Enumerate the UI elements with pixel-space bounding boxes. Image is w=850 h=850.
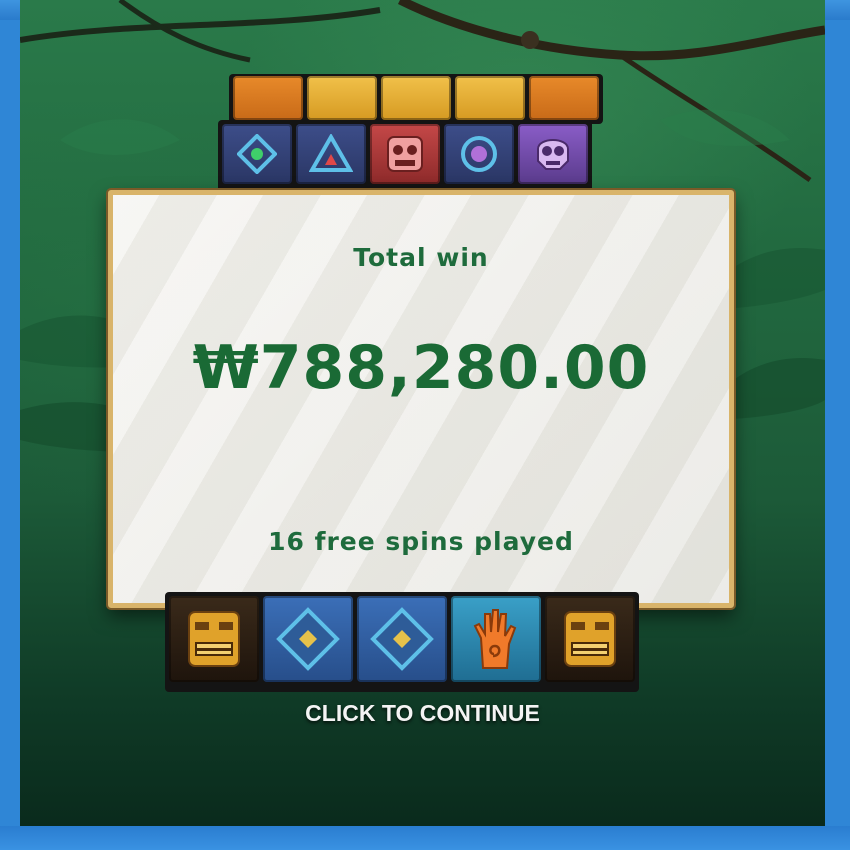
total-win-amount: ₩788,280.00 — [192, 333, 650, 403]
total-win-title: Total win — [353, 243, 489, 272]
reel-top-row — [218, 120, 592, 194]
orange-tile — [233, 76, 303, 120]
free-spins-summary: 16 free spins played — [268, 527, 574, 556]
ring-gem-icon — [461, 136, 497, 172]
diamond-gem-icon — [370, 607, 434, 671]
game-screen[interactable]: Total win ₩788,280.00 16 free spins play… — [20, 0, 825, 828]
triangle-gem-icon — [309, 134, 353, 172]
red-mask-tile — [370, 124, 440, 184]
circle-gem-tile — [222, 124, 292, 184]
gold-tiki-mask-tile — [545, 596, 635, 682]
orange-hand-tile — [451, 596, 541, 682]
red-mask-icon — [387, 136, 423, 172]
ring-gem-tile — [444, 124, 514, 184]
purple-skull-tile — [518, 124, 588, 184]
gold-tile — [455, 76, 525, 120]
orange-hand-spiral-icon — [473, 609, 517, 669]
gold-tile — [381, 76, 451, 120]
reel-top-partial-row — [229, 74, 603, 124]
orange-tile — [529, 76, 599, 120]
gold-tiki-mask-icon — [188, 611, 240, 667]
total-win-dialog: Total win ₩788,280.00 16 free spins play… — [108, 190, 734, 608]
gold-tile — [307, 76, 377, 120]
triangle-gem-tile — [296, 124, 366, 184]
gold-tiki-mask-tile — [169, 596, 259, 682]
monitor-bezel-bottom — [0, 826, 850, 850]
reel-bottom-row — [165, 592, 639, 692]
diamond-gem-tile — [263, 596, 353, 682]
click-to-continue-button[interactable]: CLICK TO CONTINUE — [20, 700, 825, 727]
circle-gem-icon — [237, 134, 277, 174]
purple-skull-icon — [537, 139, 569, 170]
diamond-gem-tile — [357, 596, 447, 682]
diamond-gem-icon — [276, 607, 340, 671]
gold-tiki-mask-icon — [564, 611, 616, 667]
